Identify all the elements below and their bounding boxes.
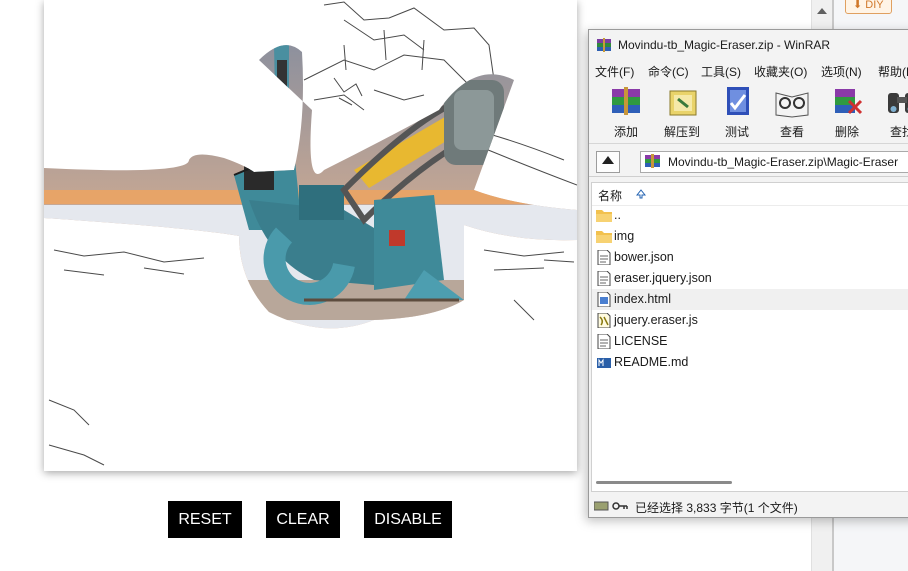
folder-icon (596, 231, 612, 243)
file-name: README.md (614, 355, 689, 369)
document-icon (597, 271, 611, 286)
file-name: eraser.jquery.json (614, 271, 712, 285)
extract-to-label: 解压到 (663, 125, 700, 139)
winrar-app-icon (597, 38, 611, 52)
status-text: 已经选择 3,833 字节(1 个文件) (635, 501, 798, 515)
column-name-label: 名称 (598, 189, 623, 203)
column-header-name[interactable]: 名称 (592, 183, 908, 206)
horizontal-scrollbar[interactable] (596, 481, 732, 484)
file-row-eraser-jquery-json[interactable]: eraser.jquery.json (592, 268, 908, 289)
file-row-readme-md[interactable]: README.md (592, 352, 908, 373)
file-list: 名称 .. img bower.json eraser.jquery.json … (591, 182, 908, 492)
file-row-bower-json[interactable]: bower.json (592, 247, 908, 268)
eraser-canvas[interactable] (44, 0, 577, 471)
menu-options[interactable]: 选项(N) (821, 63, 862, 80)
address-bar: Movindu-tb_Magic-Eraser.zip\Magic-Eraser (589, 148, 908, 177)
document-icon (597, 334, 611, 349)
extract-to-button[interactable]: 解压到 (656, 83, 708, 139)
diy-badge[interactable]: ⬇ DIY (845, 0, 892, 14)
file-name: bower.json (614, 250, 674, 264)
file-row-img[interactable]: img (592, 226, 908, 247)
find-icon (888, 93, 908, 113)
markdown-file-icon (597, 358, 611, 368)
menu-commands[interactable]: 命令(C) (648, 63, 689, 80)
add-archive-icon (612, 87, 640, 115)
winrar-window: Movindu-tb_Magic-Eraser.zip - WinRAR 文件(… (588, 29, 908, 518)
test-label: 测试 (724, 125, 749, 139)
delete-icon (835, 89, 863, 115)
file-name: .. (614, 208, 621, 222)
menu-favorites[interactable]: 收藏夹(O) (754, 63, 807, 80)
file-row-parent[interactable]: .. (592, 205, 908, 226)
status-bar: 已经选择 3,833 字节(1 个文件) (589, 496, 908, 516)
file-name: jquery.eraser.js (614, 313, 698, 327)
test-button[interactable]: 测试 (711, 83, 763, 139)
file-row-index-html[interactable]: index.html (592, 289, 908, 310)
menu-file[interactable]: 文件(F) (595, 63, 634, 80)
delete-label: 删除 (834, 125, 859, 139)
address-field[interactable]: Movindu-tb_Magic-Eraser.zip\Magic-Eraser (640, 151, 908, 173)
file-row-license[interactable]: LICENSE (592, 331, 908, 352)
delete-button[interactable]: 删除 (821, 83, 873, 139)
test-icon (727, 87, 749, 115)
add-label: 添加 (613, 125, 638, 139)
file-row-jquery-eraser-js[interactable]: jquery.eraser.js (592, 310, 908, 331)
file-name: img (614, 229, 635, 243)
add-button[interactable]: 添加 (600, 83, 652, 139)
file-name: index.html (614, 292, 671, 306)
scroll-up-arrow-icon[interactable] (817, 8, 827, 14)
file-name: LICENSE (614, 334, 668, 348)
find-button[interactable]: 查找 (876, 83, 908, 139)
window-title: Movindu-tb_Magic-Eraser.zip - WinRAR (618, 38, 831, 52)
archive-icon (645, 154, 660, 168)
extract-to-icon (669, 90, 697, 116)
menu-bar: 文件(F) 命令(C) 工具(S) 收藏夹(O) 选项(N) 帮助(H) (589, 60, 908, 80)
erased-photo (44, 1, 577, 466)
menu-tools[interactable]: 工具(S) (701, 63, 741, 80)
sort-ascending-icon (636, 189, 646, 199)
menu-help[interactable]: 帮助(H) (878, 63, 908, 80)
clear-button[interactable]: CLEAR (266, 501, 340, 538)
folder-icon (596, 210, 612, 222)
address-path: Movindu-tb_Magic-Eraser.zip\Magic-Eraser (668, 155, 899, 169)
view-label: 查看 (779, 125, 804, 139)
toolbar: 添加 解压到 测试 查看 删除 查找 (589, 81, 908, 144)
up-folder-button[interactable] (596, 151, 620, 173)
document-icon (597, 250, 611, 265)
disable-button[interactable]: DISABLE (364, 501, 452, 538)
title-bar[interactable]: Movindu-tb_Magic-Eraser.zip - WinRAR (589, 30, 908, 60)
view-button[interactable]: 查看 (766, 83, 818, 139)
find-label: 查找 (889, 125, 908, 139)
html-file-icon (597, 292, 611, 307)
view-icon (775, 92, 809, 118)
script-file-icon (597, 313, 611, 328)
drive-key-icon (594, 501, 628, 511)
diy-badge-label: DIY (865, 0, 884, 11)
reset-button[interactable]: RESET (168, 501, 242, 538)
